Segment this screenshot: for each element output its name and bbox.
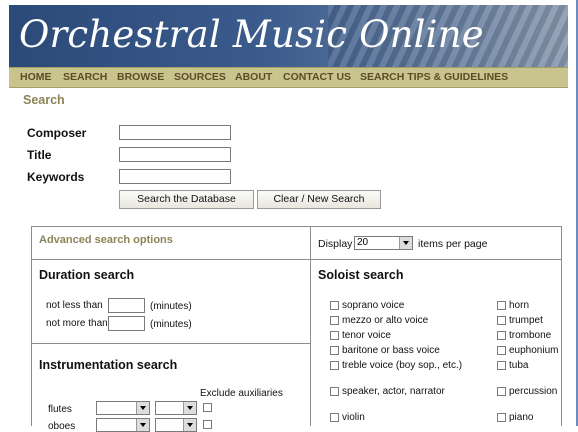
soloist-checkbox[interactable] xyxy=(330,331,339,340)
display-count-value: 20 xyxy=(357,237,369,248)
duration-rule xyxy=(31,343,311,344)
soloist-checkbox[interactable] xyxy=(330,301,339,310)
soloist-checkbox[interactable] xyxy=(497,316,506,325)
nav-contact-us[interactable]: CONTACT US xyxy=(283,71,351,83)
main-nav: HOME SEARCH BROWSE SOURCES ABOUT CONTACT… xyxy=(9,67,568,88)
title-input[interactable] xyxy=(119,147,231,162)
nav-sources[interactable]: SOURCES xyxy=(174,71,226,83)
instrumentation-title: Instrumentation search xyxy=(39,358,178,372)
site-title: Orchestral Music Online xyxy=(19,13,484,56)
chevron-down-icon[interactable] xyxy=(183,419,196,431)
soloist-label: treble voice (boy sop., etc.) xyxy=(342,360,463,371)
max-duration-input[interactable] xyxy=(108,316,145,331)
flutes-max-select[interactable] xyxy=(155,401,197,415)
soloist-label: horn xyxy=(509,300,530,311)
soloist-checkbox[interactable] xyxy=(497,413,506,422)
soloist-checkbox[interactable] xyxy=(330,413,339,422)
duration-title: Duration search xyxy=(39,268,135,282)
chevron-down-icon[interactable] xyxy=(136,419,149,431)
chevron-down-icon[interactable] xyxy=(183,402,196,414)
soloist-label: speaker, actor, narrator xyxy=(342,386,445,397)
soloist-checkbox[interactable] xyxy=(497,387,506,396)
display-suffix: items per page xyxy=(418,238,488,250)
flutes-exclude-checkbox[interactable] xyxy=(203,403,212,412)
not-less-label: not less than xyxy=(46,300,103,311)
soloist-label: trumpet xyxy=(509,315,543,326)
not-more-label: not more than xyxy=(46,318,108,329)
instrument-label-flutes: flutes xyxy=(48,404,72,415)
site-banner: Orchestral Music Online xyxy=(9,5,568,67)
panel-rule xyxy=(31,259,562,260)
soloist-label: soprano voice xyxy=(342,300,405,311)
soloist-checkbox[interactable] xyxy=(330,361,339,370)
composer-label: Composer xyxy=(27,126,87,140)
soloist-checkbox[interactable] xyxy=(330,346,339,355)
soloist-checkbox[interactable] xyxy=(330,387,339,396)
soloist-label: violin xyxy=(342,412,365,423)
chevron-down-icon[interactable] xyxy=(136,402,149,414)
panel-divider xyxy=(310,226,311,426)
soloist-checkbox[interactable] xyxy=(497,331,506,340)
soloist-label: trombone xyxy=(509,330,552,341)
oboes-max-select[interactable] xyxy=(155,418,197,432)
min-duration-input[interactable] xyxy=(108,298,145,313)
soloist-checkbox[interactable] xyxy=(497,301,506,310)
nav-search[interactable]: SEARCH xyxy=(63,71,107,83)
soloist-label: baritone or bass voice xyxy=(342,345,440,356)
display-label: Display xyxy=(318,238,353,250)
soloist-label: piano xyxy=(509,412,534,423)
display-count-select[interactable]: 20 xyxy=(354,236,413,250)
nav-search-tips[interactable]: SEARCH TIPS & GUIDELINES xyxy=(360,71,508,83)
page-title: Search xyxy=(23,93,65,107)
soloist-checkbox[interactable] xyxy=(497,346,506,355)
soloist-checkbox[interactable] xyxy=(330,316,339,325)
soloist-title: Soloist search xyxy=(318,268,404,282)
clear-search-button[interactable]: Clear / New Search xyxy=(257,190,381,209)
oboes-exclude-checkbox[interactable] xyxy=(203,420,212,429)
soloist-label: mezzo or alto voice xyxy=(342,315,429,326)
soloist-label: euphonium xyxy=(509,345,559,356)
keywords-label: Keywords xyxy=(27,170,85,184)
oboes-min-select[interactable] xyxy=(96,418,150,432)
keywords-input[interactable] xyxy=(119,169,231,184)
soloist-checkbox[interactable] xyxy=(497,361,506,370)
chevron-down-icon[interactable] xyxy=(399,237,412,249)
nav-about[interactable]: ABOUT xyxy=(235,71,272,83)
max-unit-label: (minutes) xyxy=(150,319,192,330)
soloist-label: tenor voice xyxy=(342,330,391,341)
nav-browse[interactable]: BROWSE xyxy=(117,71,164,83)
nav-home[interactable]: HOME xyxy=(20,71,52,83)
search-database-button[interactable]: Search the Database xyxy=(119,190,254,209)
title-label: Title xyxy=(27,148,52,162)
soloist-label: tuba xyxy=(509,360,529,371)
exclude-aux-label: Exclude auxiliaries xyxy=(200,388,283,399)
min-unit-label: (minutes) xyxy=(150,301,192,312)
flutes-min-select[interactable] xyxy=(96,401,150,415)
composer-input[interactable] xyxy=(119,125,231,140)
instrument-label-oboes: oboes xyxy=(48,421,76,432)
soloist-label: percussion xyxy=(509,386,558,397)
advanced-options-title: Advanced search options xyxy=(39,234,173,246)
